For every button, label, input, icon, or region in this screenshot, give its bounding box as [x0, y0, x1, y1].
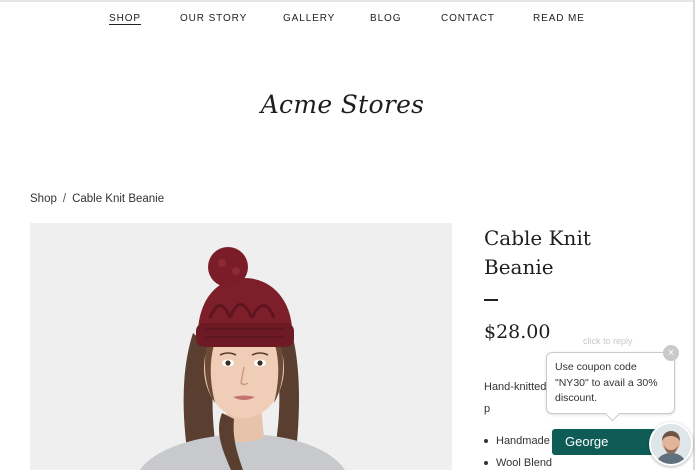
- feature-item: Handmade: [484, 430, 552, 452]
- product-title: Cable Knit Beanie: [484, 226, 591, 279]
- nav-blog[interactable]: BLOG: [370, 13, 401, 24]
- product-features: Handmade Wool Blend: [484, 430, 552, 474]
- nav-contact[interactable]: CONTACT: [441, 13, 495, 24]
- agent-avatar-icon: [651, 424, 691, 464]
- breadcrumb-shop-link[interactable]: Shop: [30, 193, 57, 205]
- chat-message-bubble[interactable]: Use coupon code "NY30" to avail a 30% di…: [546, 352, 675, 422]
- close-icon[interactable]: ×: [663, 345, 679, 361]
- chat-hint: click to reply: [583, 336, 633, 346]
- breadcrumb-current: Cable Knit Beanie: [72, 193, 165, 205]
- nav-shop[interactable]: SHOP: [109, 13, 141, 24]
- breadcrumb: Shop / Cable Knit Beanie: [30, 193, 164, 205]
- title-divider: [484, 299, 498, 301]
- feature-item: Wool Blend: [484, 452, 552, 474]
- product-image[interactable]: [30, 223, 452, 470]
- site-logo[interactable]: Acme Stores: [0, 90, 685, 119]
- product-photo-illustration: [30, 223, 452, 470]
- nav-gallery[interactable]: GALLERY: [283, 13, 335, 24]
- chat-message-text: Use coupon code "NY30" to avail a 30% di…: [555, 361, 658, 404]
- nav-read-me[interactable]: READ ME: [533, 13, 585, 24]
- breadcrumb-separator: /: [62, 193, 67, 205]
- product-price: $28.00: [484, 321, 551, 343]
- main-nav: SHOP OUR STORY GALLERY BLOG CONTACT READ…: [0, 13, 695, 27]
- nav-our-story[interactable]: OUR STORY: [180, 13, 247, 24]
- chat-agent-name: George: [565, 434, 609, 449]
- window-top-border: [0, 0, 695, 2]
- avatar[interactable]: [649, 422, 693, 466]
